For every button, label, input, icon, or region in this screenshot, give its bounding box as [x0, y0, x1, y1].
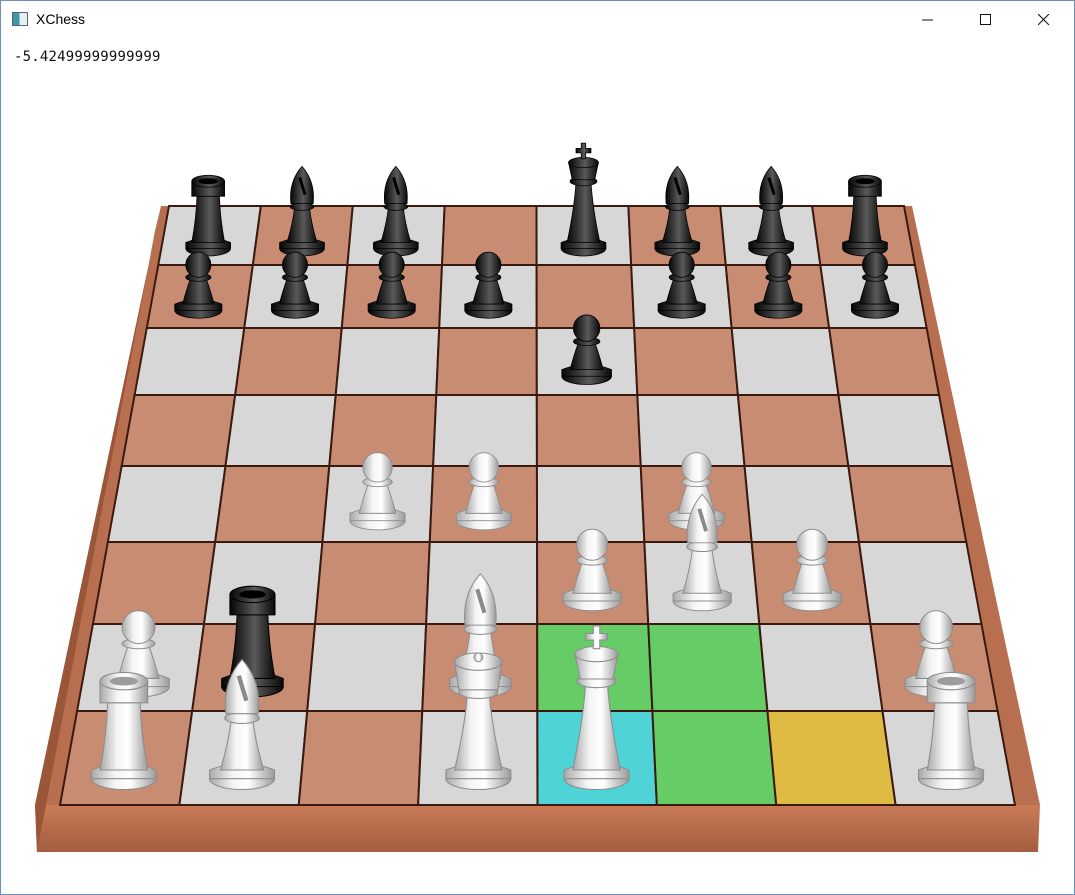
- square-h3[interactable]: [857, 541, 983, 625]
- square-f1[interactable]: [651, 710, 778, 806]
- square-f2[interactable]: [647, 623, 769, 712]
- chess-board-view[interactable]: [0, 0, 1075, 895]
- square-c1[interactable]: [297, 710, 424, 806]
- square-b5[interactable]: [224, 394, 337, 467]
- square-c6[interactable]: [334, 327, 441, 396]
- square-a5[interactable]: [120, 394, 237, 467]
- square-g5[interactable]: [736, 394, 850, 467]
- square-b6[interactable]: [234, 327, 343, 396]
- square-a6[interactable]: [133, 327, 246, 396]
- square-e5[interactable]: [535, 394, 642, 467]
- square-h6[interactable]: [827, 327, 941, 396]
- square-d6[interactable]: [435, 327, 538, 396]
- square-g6[interactable]: [730, 327, 840, 396]
- square-c3[interactable]: [313, 541, 431, 625]
- square-g1[interactable]: [766, 710, 897, 806]
- square-b4[interactable]: [214, 465, 331, 543]
- square-h4[interactable]: [847, 465, 968, 543]
- black-king-e8[interactable]: [560, 142, 607, 257]
- square-c2[interactable]: [306, 623, 428, 712]
- square-a4[interactable]: [106, 465, 227, 543]
- board-front-edge: [35, 805, 1040, 852]
- square-g4[interactable]: [743, 465, 861, 543]
- square-g2[interactable]: [758, 623, 884, 712]
- square-a3[interactable]: [91, 541, 217, 625]
- square-f6[interactable]: [633, 327, 740, 396]
- square-h5[interactable]: [837, 394, 954, 467]
